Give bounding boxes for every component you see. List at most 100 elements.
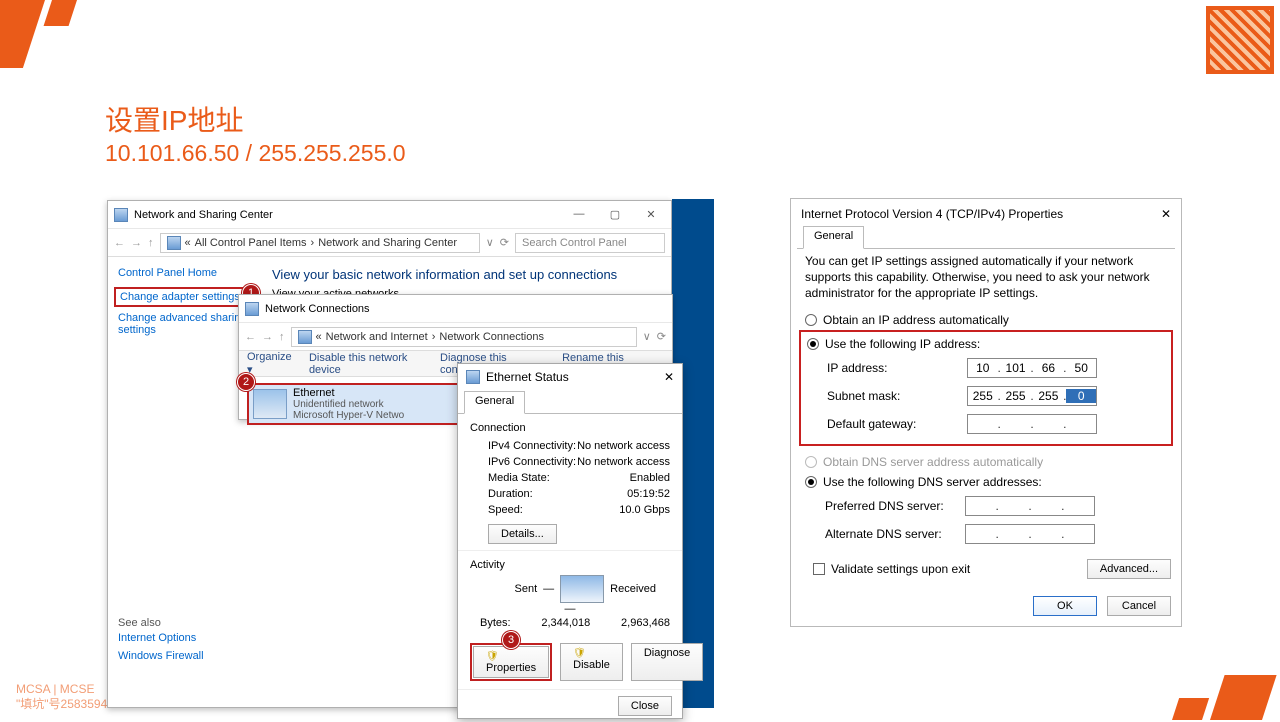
change-adapter-settings-label: Change adapter settings [120,291,240,303]
ip-oct-3[interactable]: 66 [1034,361,1063,375]
breadcrumb[interactable]: « Network and Internet › Network Connect… [291,327,637,347]
breadcrumb-seg-1[interactable]: Network and Internet [326,331,428,343]
bytes-label: Bytes: [480,617,511,629]
see-also-heading: See also [118,609,248,629]
speed-label: Speed: [488,504,523,516]
mask-oct-4[interactable]: 0 [1066,389,1095,403]
ip-oct-2[interactable]: 101 [1001,361,1030,375]
obtain-ip-auto-label: Obtain an IP address automatically [823,313,1009,327]
activity-group-label: Activity [470,559,670,571]
default-gateway-input[interactable]: . . . [967,414,1097,434]
validate-settings-checkbox[interactable]: Validate settings upon exit [801,556,982,582]
organize-menu[interactable]: Organize ▾ [247,351,293,376]
default-gateway-label: Default gateway: [827,417,967,431]
cancel-button[interactable]: Cancel [1107,596,1171,616]
search-input[interactable]: Search Control Panel [515,233,665,253]
use-following-ip-label: Use the following IP address: [825,337,980,351]
use-following-dns-radio[interactable]: Use the following DNS server addresses: [805,472,1167,492]
minimize-button[interactable]: — [565,208,593,221]
ethernet-icon [466,370,480,384]
decoration-bottom-right [1152,665,1262,720]
qr-code [1206,6,1274,74]
ip-oct-1[interactable]: 10 [968,361,997,375]
nav-forward[interactable]: → [262,331,273,343]
use-following-ip-radio[interactable]: Use the following IP address: [807,334,1165,354]
slide-subtitle: 10.101.66.50 / 255.255.255.0 [105,140,406,167]
dialog-title: Internet Protocol Version 4 (TCP/IPv4) P… [801,207,1063,221]
obtain-dns-auto-radio: Obtain DNS server address automatically [805,452,1167,472]
tab-general[interactable]: General [464,391,525,414]
diagnose-button[interactable]: Diagnose [631,643,703,681]
mask-oct-2[interactable]: 255 [1001,389,1030,403]
footer-line-1: MCSA | MCSE [16,682,94,696]
use-following-dns-label: Use the following DNS server addresses: [823,475,1042,489]
dialog-title: Ethernet Status [486,370,569,384]
received-label: Received [604,583,656,595]
callout-badge-3: 3 [502,631,520,649]
adapter-status: Unidentified network [293,399,404,410]
ipv6-conn-value: No network access [577,456,670,468]
nav-up[interactable]: ↑ [148,237,154,249]
nav-back[interactable]: ← [245,331,256,343]
breadcrumb-seg-2[interactable]: Network Connections [439,331,544,343]
windows-firewall-link[interactable]: Windows Firewall [118,647,248,665]
slide-title: 设置IP地址 [105,105,243,137]
breadcrumb-seg-1[interactable]: All Control Panel Items [195,237,307,249]
bytes-sent-value: 2,344,018 [541,617,590,629]
disable-device-button[interactable]: Disable this network device [309,352,424,376]
control-panel-icon [114,208,128,222]
close-button[interactable]: Close [618,696,672,716]
preferred-dns-label: Preferred DNS server: [825,499,965,513]
mask-oct-3[interactable]: 255 [1034,389,1063,403]
properties-button[interactable]: Properties [473,646,549,678]
close-button[interactable]: ✕ [1161,207,1171,221]
ethernet-status-dialog: Ethernet Status ✕ General Connection IPv… [457,363,683,719]
description-text: You can get IP settings assigned automat… [791,249,1181,310]
ipv6-conn-label: IPv6 Connectivity: [488,456,576,468]
callout-badge-2: 2 [237,373,255,391]
change-adapter-settings-link[interactable]: Change adapter settings 1 [114,287,252,307]
validate-settings-label: Validate settings upon exit [831,562,970,576]
mask-oct-1[interactable]: 255 [968,389,997,403]
duration-label: Duration: [488,488,533,500]
subnet-mask-input[interactable]: 255. 255. 255. 0 [967,386,1097,406]
change-advanced-sharing-link[interactable]: Change advanced sharing settings [118,309,248,339]
titlebar: Network Connections [239,295,672,323]
ip-oct-4[interactable]: 50 [1066,361,1095,375]
page-heading: View your basic network information and … [272,267,657,282]
ipv4-conn-value: No network access [577,440,670,452]
close-button[interactable]: ✕ [637,208,665,221]
obtain-ip-auto-radio[interactable]: Obtain an IP address automatically [805,310,1167,330]
ok-button[interactable]: OK [1033,596,1097,616]
folder-icon [167,236,181,250]
footer-line-2: "填坑"号258359444 [16,695,121,712]
network-connections-icon [245,302,259,316]
close-button[interactable]: ✕ [664,370,674,384]
decoration-top-left [0,0,90,80]
nav-up[interactable]: ↑ [279,331,285,343]
details-button[interactable]: Details... [488,524,557,544]
tab-general[interactable]: General [803,226,864,249]
nav-forward[interactable]: → [131,237,142,249]
subnet-mask-label: Subnet mask: [827,389,967,403]
breadcrumb[interactable]: « All Control Panel Items › Network and … [160,233,480,253]
advanced-button[interactable]: Advanced... [1087,559,1171,579]
preferred-dns-input[interactable]: . . . [965,496,1095,516]
ip-address-input[interactable]: 10. 101. 66. 50 [967,358,1097,378]
bytes-recv-value: 2,963,468 [621,617,670,629]
breadcrumb-seg-2[interactable]: Network and Sharing Center [318,237,457,249]
window-title: Network Connections [265,303,370,315]
media-state-label: Media State: [488,472,550,484]
ethernet-adapter-item[interactable]: Ethernet Unidentified network Microsoft … [247,383,462,425]
alternate-dns-input[interactable]: . . . [965,524,1095,544]
address-bar: ← → ↑ « Network and Internet › Network C… [239,323,672,351]
folder-icon [298,330,312,344]
internet-options-link[interactable]: Internet Options [118,629,248,647]
maximize-button[interactable]: ▢ [601,208,629,221]
connection-group-label: Connection [470,422,670,434]
alternate-dns-label: Alternate DNS server: [825,527,965,541]
control-panel-home-link[interactable]: Control Panel Home [118,267,248,279]
ipv4-conn-label: IPv4 Connectivity: [488,440,576,452]
nav-back[interactable]: ← [114,237,125,249]
disable-button[interactable]: Disable [560,643,623,681]
